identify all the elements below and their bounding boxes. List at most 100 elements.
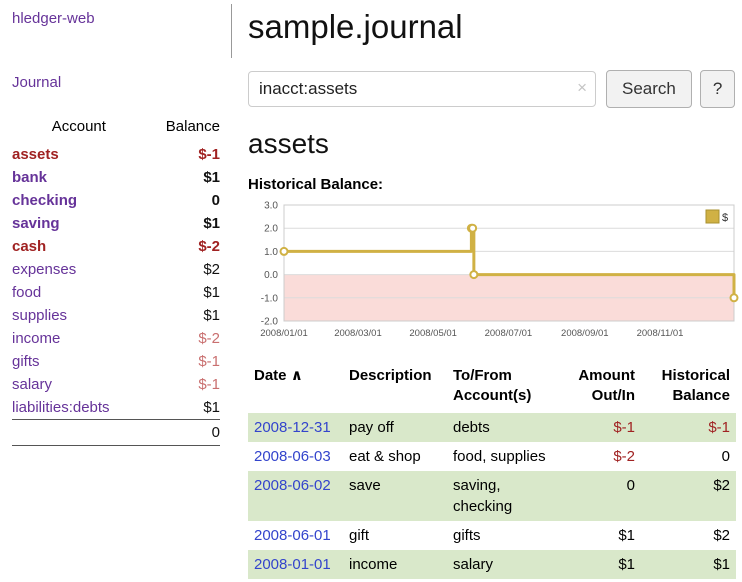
sort-ascending-icon: ∧ — [291, 367, 303, 384]
transaction-balance: $2 — [641, 471, 736, 521]
account-balance: $-1 — [146, 143, 220, 166]
accounts-total-value: 0 — [146, 420, 220, 446]
chart-title: Historical Balance: — [248, 176, 736, 193]
account-link-saving[interactable]: saving — [12, 215, 60, 232]
transaction-balance: $1 — [641, 550, 736, 579]
sidebar: hledger-web Journal Account Balance asse… — [0, 0, 232, 456]
account-row-saving: saving $1 — [12, 212, 220, 235]
account-row-food: food $1 — [12, 281, 220, 304]
account-balance: $1 — [146, 304, 220, 327]
transaction-accounts: salary — [447, 550, 565, 579]
account-row-salary: salary $-1 — [12, 373, 220, 396]
transaction-accounts: food, supplies — [447, 442, 565, 471]
transaction-description: save — [343, 471, 447, 521]
column-header-date[interactable]: Date ∧ — [248, 364, 343, 413]
clear-search-icon[interactable]: × — [577, 78, 587, 98]
svg-text:-1.0: -1.0 — [261, 293, 279, 304]
column-header-description: Description — [343, 364, 447, 413]
column-header-balance: Historical Balance — [641, 364, 736, 413]
transaction-description: eat & shop — [343, 442, 447, 471]
transaction-date-link[interactable]: 2008-12-31 — [254, 419, 331, 436]
account-column-header: Account — [12, 115, 146, 143]
column-header-accounts: To/From Account(s) — [447, 364, 565, 413]
svg-text:2008/11/01: 2008/11/01 — [637, 328, 684, 339]
help-button[interactable]: ? — [700, 70, 735, 108]
account-link-salary[interactable]: salary — [12, 376, 52, 393]
account-link-bank[interactable]: bank — [12, 169, 47, 186]
accounts-table-header: Account Balance — [12, 115, 220, 143]
transaction-amount: $-1 — [565, 413, 641, 442]
transaction-date-link[interactable]: 2008-06-01 — [254, 527, 331, 544]
account-link-assets[interactable]: assets — [12, 146, 59, 163]
account-section-title: assets — [248, 128, 736, 160]
transaction-balance: 0 — [641, 442, 736, 471]
account-balance: $1 — [146, 166, 220, 189]
svg-text:0.0: 0.0 — [264, 270, 278, 281]
search-box: × — [248, 71, 596, 107]
transaction-balance: $-1 — [641, 413, 736, 442]
page-title: sample.journal — [248, 8, 736, 46]
balance-chart-svg: 3.0 2.0 1.0 0.0 -1.0 -2.02008/01/01 2008/03/01… — [248, 197, 742, 347]
transaction-amount: 0 — [565, 471, 641, 521]
date-header-label: Date — [254, 367, 287, 384]
account-link-cash[interactable]: cash — [12, 238, 46, 255]
svg-text:-2.0: -2.0 — [261, 317, 279, 328]
transaction-date-link[interactable]: 2008-06-02 — [254, 477, 331, 494]
account-link-income[interactable]: income — [12, 330, 60, 347]
account-row-liabilities-debts: liabilities:debts $1 — [12, 396, 220, 420]
transaction-balance: $2 — [641, 521, 736, 550]
account-row-income: income $-2 — [12, 327, 220, 350]
svg-text:2008/03/01: 2008/03/01 — [334, 328, 382, 339]
svg-text:2.0: 2.0 — [264, 224, 278, 235]
account-link-food[interactable]: food — [12, 284, 41, 301]
accounts-total-row: 0 — [12, 420, 220, 446]
svg-text:2008/01/01: 2008/01/01 — [260, 328, 308, 339]
account-row-supplies: supplies $1 — [12, 304, 220, 327]
account-balance: $1 — [146, 396, 220, 420]
account-row-cash: cash $-2 — [12, 235, 220, 258]
sidebar-divider — [231, 4, 232, 58]
accounts-table: Account Balance assets $-1 bank $1 check… — [12, 115, 220, 446]
svg-text:3.0: 3.0 — [264, 201, 278, 212]
register-row: 2008-12-31 pay off debts $-1 $-1 — [248, 413, 736, 442]
search-form: × Search ? — [248, 70, 736, 108]
account-balance: $-1 — [146, 350, 220, 373]
account-link-checking[interactable]: checking — [12, 192, 77, 209]
balance-column-header: Balance — [146, 115, 220, 143]
transaction-date-link[interactable]: 2008-06-03 — [254, 448, 331, 465]
account-balance: $-1 — [146, 373, 220, 396]
transaction-accounts: debts — [447, 413, 565, 442]
account-link-liabilities-debts[interactable]: liabilities:debts — [12, 399, 110, 416]
account-link-expenses[interactable]: expenses — [12, 261, 76, 278]
svg-text:1.0: 1.0 — [264, 247, 278, 258]
transaction-date-link[interactable]: 2008-01-01 — [254, 556, 331, 573]
register-row: 2008-01-01 income salary $1 $1 — [248, 550, 736, 579]
transaction-description: pay off — [343, 413, 447, 442]
account-balance: 0 — [146, 189, 220, 212]
svg-text:$: $ — [722, 212, 728, 224]
main-content: sample.journal × Search ? assets Histori… — [248, 0, 736, 579]
register-table: Date ∧ Description To/From Account(s) Am… — [248, 364, 736, 579]
transaction-amount: $1 — [565, 521, 641, 550]
account-link-supplies[interactable]: supplies — [12, 307, 67, 324]
sidebar-item-journal[interactable]: Journal — [12, 74, 220, 91]
transaction-description: income — [343, 550, 447, 579]
account-balance: $2 — [146, 258, 220, 281]
search-input[interactable] — [248, 71, 596, 107]
transaction-amount: $1 — [565, 550, 641, 579]
register-header-row: Date ∧ Description To/From Account(s) Am… — [248, 364, 736, 413]
app-title-link[interactable]: hledger-web — [12, 10, 95, 27]
search-button[interactable]: Search — [606, 70, 692, 108]
account-link-gifts[interactable]: gifts — [12, 353, 40, 370]
account-balance: $1 — [146, 212, 220, 235]
transaction-amount: $-2 — [565, 442, 641, 471]
account-row-assets: assets $-1 — [12, 143, 220, 166]
account-row-checking: checking 0 — [12, 189, 220, 212]
account-row-expenses: expenses $2 — [12, 258, 220, 281]
register-row: 2008-06-02 save saving, checking 0 $2 — [248, 471, 736, 521]
transaction-accounts: gifts — [447, 521, 565, 550]
transaction-accounts: saving, checking — [447, 471, 565, 521]
account-balance: $1 — [146, 281, 220, 304]
account-row-gifts: gifts $-1 — [12, 350, 220, 373]
column-header-amount: Amount Out/In — [565, 364, 641, 413]
